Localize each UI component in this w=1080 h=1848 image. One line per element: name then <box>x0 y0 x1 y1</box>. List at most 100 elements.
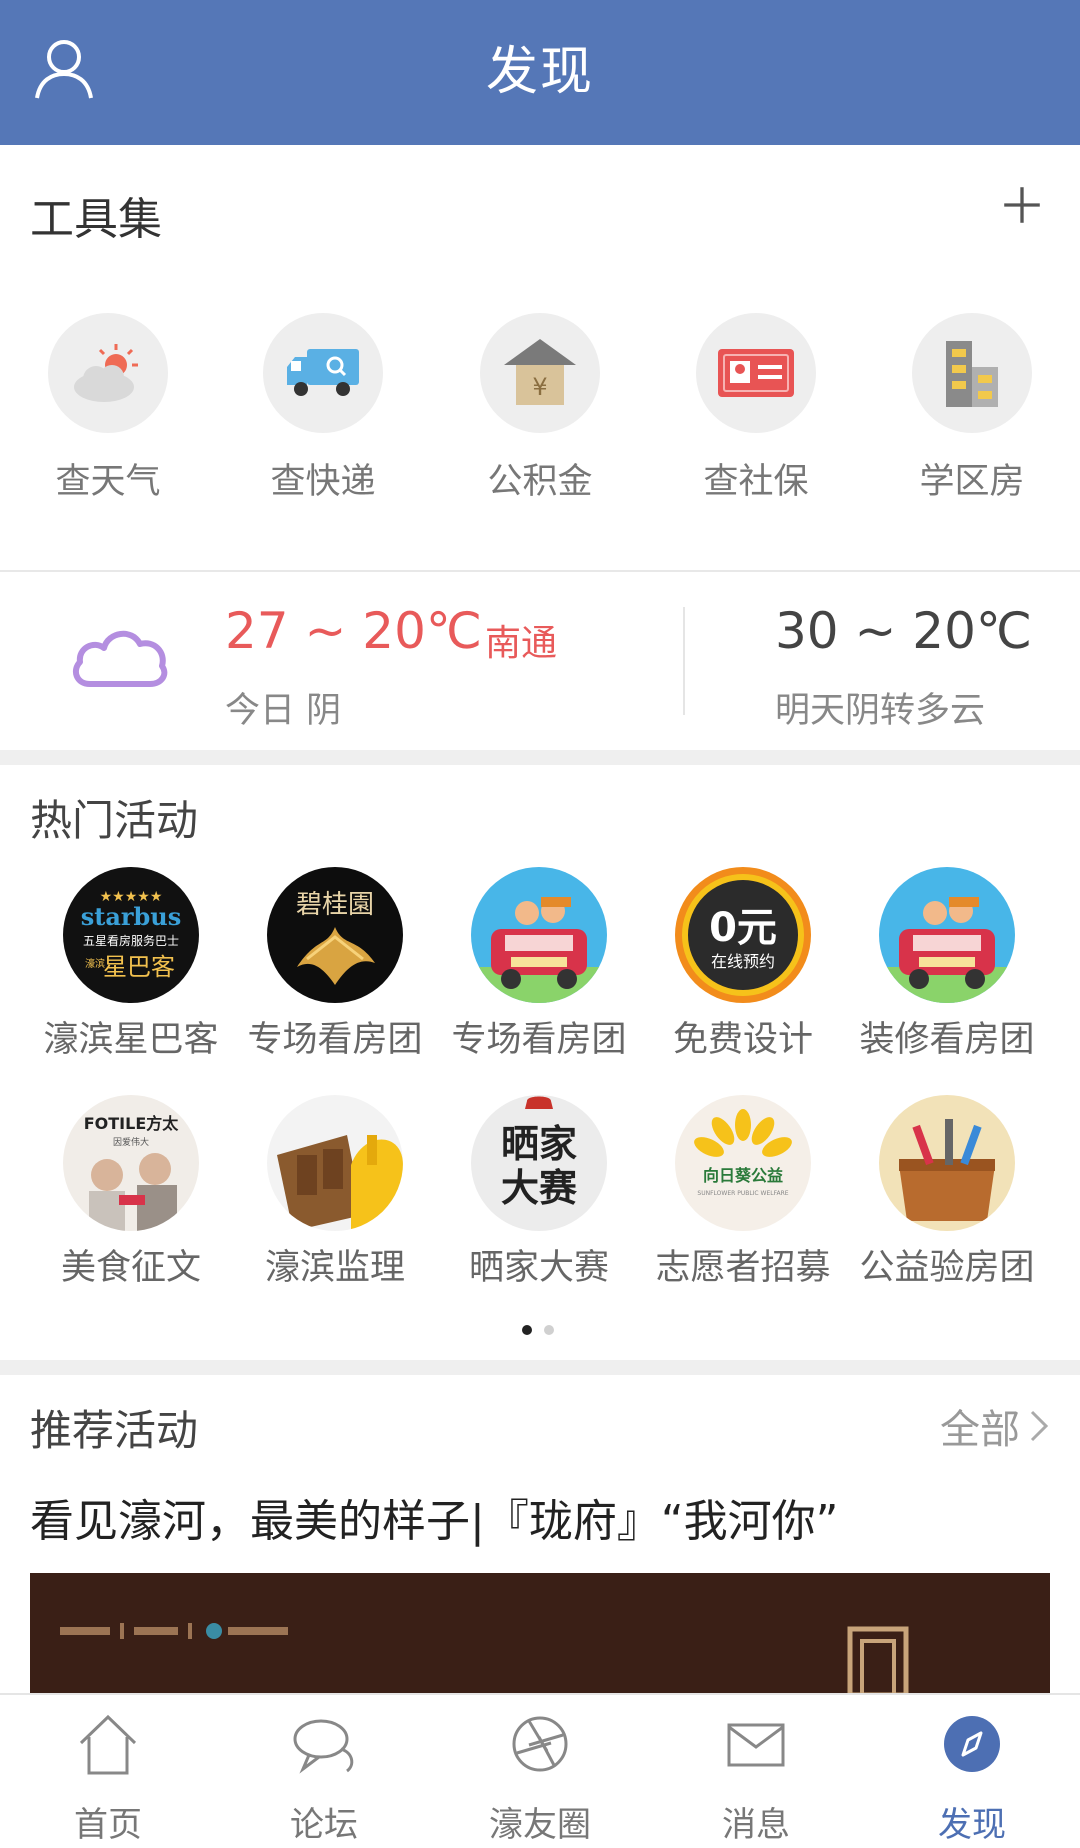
tab-home-label: 首页 <box>74 1805 142 1845</box>
mail-icon <box>727 1723 785 1767</box>
activity-label: 专场看房团 <box>247 1020 423 1060</box>
tool-social-security-label: 查社保 <box>703 462 809 502</box>
activity-item[interactable]: 向日葵公益 SUNFLOWER PUBLIC WELFARE 志愿者招募 <box>643 1095 843 1290</box>
activity-avatar-starbus: ★★★★★ starbus 五星看房服务巴士 濠滨 星巴客 <box>63 867 199 1003</box>
aperture-icon <box>512 1716 568 1772</box>
tool-weather-label: 查天气 <box>55 462 161 502</box>
tomorrow-description: 明天阴转多云 <box>775 691 986 731</box>
today-temperature: 27 ~ 20℃ <box>225 602 483 660</box>
tab-forum[interactable]: 论坛 <box>234 1695 414 1848</box>
activity-label: 志愿者招募 <box>655 1248 831 1288</box>
delivery-truck-icon <box>287 349 359 396</box>
svg-text:FOTILE方太: FOTILE方太 <box>84 1114 180 1133</box>
svg-text:starbus: starbus <box>81 902 182 931</box>
activity-item[interactable]: ★★★★★ starbus 五星看房服务巴士 濠滨 星巴客 濠滨星巴客 <box>31 867 231 1062</box>
tab-messages[interactable]: 消息 <box>666 1695 846 1848</box>
svg-text:星巴客: 星巴客 <box>103 953 175 981</box>
id-card-icon <box>718 349 794 397</box>
activity-item[interactable]: 专场看房团 <box>439 867 639 1062</box>
building-icon <box>946 341 998 407</box>
tool-weather-circle <box>48 313 168 433</box>
article-title[interactable]: 看见濠河，最美的样子|『珑府』“我河你” <box>30 1485 838 1549</box>
activity-avatar-decoration-tour <box>879 867 1015 1003</box>
tab-forum-label: 论坛 <box>290 1805 358 1845</box>
svg-text:向日葵公益: 向日葵公益 <box>703 1166 783 1185</box>
view-all-link[interactable]: 全部 <box>940 1397 1020 1455</box>
tab-discover[interactable]: 发现 <box>882 1695 1062 1848</box>
tab-home[interactable]: 首页 <box>18 1695 198 1848</box>
tool-belt-helmet-illustration <box>277 1135 403 1231</box>
home-icon <box>79 1714 137 1775</box>
add-tool-button[interactable] <box>1002 185 1042 225</box>
activity-item[interactable]: 晒家 大赛 晒家大赛 <box>439 1095 639 1290</box>
tool-housing-fund-label: 公积金 <box>487 462 593 502</box>
section-gap <box>0 1360 1080 1375</box>
svg-text:碧桂園: 碧桂園 <box>296 890 374 920</box>
page-title: 发现 <box>485 42 594 102</box>
weather-icon <box>74 344 138 402</box>
phoenix-logo: 碧桂園 <box>296 890 375 985</box>
page-dot <box>544 1325 554 1335</box>
svg-text:¥: ¥ <box>532 373 547 401</box>
city-name: 南通 <box>485 623 558 664</box>
activity-avatar-country-garden: 碧桂園 <box>267 867 403 1003</box>
fotile-photo: FOTILE方太 因爱伟大 <box>84 1114 180 1231</box>
activity-avatar-free-design: 0元 在线预约 <box>675 867 811 1003</box>
tab-friends-circle-label: 濠友圈 <box>489 1805 591 1845</box>
tab-discover-label: 发现 <box>938 1805 1006 1845</box>
free-design-badge: 0元 在线预约 <box>682 874 804 996</box>
svg-text:0元: 0元 <box>709 905 777 951</box>
weather-card[interactable]: 27 ~ 20℃ 南通 今日 阴 30 ~ 20℃ 明天阴转多云 <box>0 572 1080 750</box>
activity-label: 晒家大赛 <box>468 1248 609 1288</box>
hot-activities-title: 热门活动 <box>30 796 199 845</box>
toolbox-illustration <box>899 1119 995 1221</box>
chevron-right-icon[interactable] <box>1028 1409 1050 1443</box>
tab-friends-circle[interactable]: 濠友圈 <box>450 1695 630 1848</box>
svg-text:在线预约: 在线预约 <box>711 952 775 971</box>
tool-weather[interactable]: 查天气 <box>33 313 183 504</box>
svg-text:因爱伟大: 因爱伟大 <box>113 1136 149 1148</box>
svg-text:五星看房服务巴士: 五星看房服务巴士 <box>83 933 179 948</box>
activity-label: 免费设计 <box>672 1020 813 1060</box>
hot-activities-section: 热门活动 ★★★★★ starbus 五星看房服务巴士 濠滨 星巴客 濠滨星巴客… <box>0 765 1080 1360</box>
housing-fund-icon: ¥ <box>504 339 576 405</box>
tool-school-district[interactable]: 学区房 <box>897 313 1047 504</box>
tab-messages-label: 消息 <box>722 1805 790 1845</box>
activity-label: 美食征文 <box>60 1248 201 1288</box>
activity-item[interactable]: FOTILE方太 因爱伟大 美食征文 <box>31 1095 231 1290</box>
bottom-tab-bar: 首页 论坛 濠友圈 消息 发现 <box>0 1693 1080 1848</box>
tour-car-illustration <box>471 897 607 1003</box>
weather-separator <box>683 607 685 715</box>
today-description: 今日 阴 <box>225 691 342 731</box>
page-dot-active <box>522 1325 532 1335</box>
tomorrow-temperature: 30 ~ 20℃ <box>775 602 1033 660</box>
tour-car-illustration <box>879 897 1015 1003</box>
activity-item[interactable]: 装修看房团 <box>847 867 1047 1062</box>
app-header: 发现 <box>0 0 1080 145</box>
activity-avatar-toolbox <box>879 1095 1015 1231</box>
activity-avatar-sunflower: 向日葵公益 SUNFLOWER PUBLIC WELFARE <box>675 1095 811 1231</box>
activity-item[interactable]: 0元 在线预约 免费设计 <box>643 867 843 1062</box>
activity-avatar-house-tour-car <box>471 867 607 1003</box>
page-indicator <box>518 1325 562 1337</box>
tool-social-security[interactable]: 查社保 <box>681 313 831 504</box>
sunflower-logo: 向日葵公益 SUNFLOWER PUBLIC WELFARE <box>694 1109 792 1197</box>
activity-label: 装修看房团 <box>859 1020 1035 1060</box>
activity-item[interactable]: 濠滨监理 <box>235 1095 435 1290</box>
section-gap <box>0 750 1080 765</box>
tool-school-district-circle <box>912 313 1032 433</box>
tool-delivery-label: 查快递 <box>270 462 376 502</box>
tool-delivery[interactable]: 查快递 <box>248 313 398 504</box>
tool-housing-fund[interactable]: ¥ 公积金 <box>465 313 615 504</box>
svg-text:大赛: 大赛 <box>501 1166 578 1210</box>
chat-bubble-icon <box>293 1719 354 1774</box>
activity-item[interactable]: 公益验房团 <box>847 1095 1047 1290</box>
svg-text:濠滨: 濠滨 <box>85 957 105 970</box>
article-banner-image[interactable] <box>30 1573 1050 1695</box>
show-home-contest-badge: 晒家 大赛 <box>501 1096 578 1210</box>
activity-item[interactable]: 碧桂園 专场看房团 <box>235 867 435 1062</box>
tool-school-district-label: 学区房 <box>919 462 1025 502</box>
activity-label: 濠滨监理 <box>264 1248 405 1288</box>
tool-housing-fund-circle: ¥ <box>480 313 600 433</box>
svg-text:晒家: 晒家 <box>501 1122 577 1166</box>
